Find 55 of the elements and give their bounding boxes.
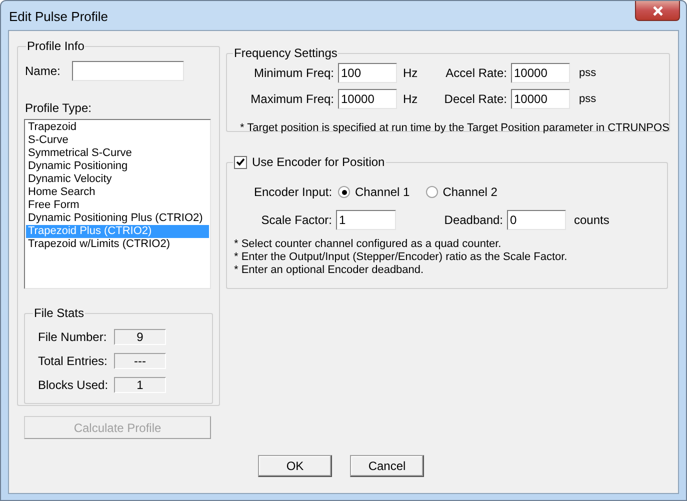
list-item[interactable]: Trapezoid	[26, 121, 209, 134]
stat-value: 9	[114, 329, 166, 345]
list-item[interactable]: Home Search	[26, 186, 209, 199]
unit-label: counts	[573, 212, 610, 229]
field-label: Deadband:	[443, 212, 504, 229]
list-item[interactable]: Free Form	[26, 199, 209, 212]
list-item[interactable]: Dynamic Velocity	[26, 173, 209, 186]
name-field[interactable]	[72, 61, 184, 81]
window-title: Edit Pulse Profile	[9, 8, 108, 26]
unit-label: Hz	[402, 91, 419, 108]
note-text: * Target position is specified at run time by the Target Position parameter in CTRUNPOS	[240, 121, 670, 136]
list-item[interactable]: Symmetrical S-Curve	[26, 147, 209, 160]
field-label: Profile Type:	[25, 100, 92, 117]
unit-label: pss	[578, 66, 598, 81]
field-label: Decel Rate:	[443, 91, 508, 108]
note-text: * Enter an optional Encoder deadband.	[234, 264, 425, 277]
text-field[interactable]: 0	[507, 210, 566, 230]
text-field[interactable]: 100	[338, 63, 397, 83]
list-item[interactable]: Trapezoid w/Limits (CTRIO2)	[26, 238, 209, 251]
field-label: Scale Factor:	[260, 212, 333, 229]
field-label: Maximum Freq:	[250, 91, 335, 108]
radio-label: Channel 2	[442, 184, 498, 201]
close-button[interactable]	[635, 1, 680, 21]
checkbox[interactable]	[234, 156, 247, 168]
checkbox-label: Use Encoder for Position	[252, 154, 385, 171]
list-item[interactable]: Dynamic Positioning Plus (CTRIO2)	[26, 212, 209, 225]
field-label: Name:	[25, 63, 60, 80]
check-icon	[236, 158, 245, 166]
text-field[interactable]: 10000	[511, 63, 570, 83]
stat-value: 1	[114, 377, 166, 393]
text-field[interactable]: 10000	[338, 89, 397, 109]
list-item[interactable]: S-Curve	[26, 134, 209, 147]
group-title: File Stats	[33, 305, 86, 322]
stat-label: File Number:	[38, 329, 108, 346]
field-label: Minimum Freq:	[252, 65, 335, 82]
text-field[interactable]: 1	[336, 210, 396, 230]
text-field[interactable]: 10000	[511, 89, 570, 109]
unit-label: pss	[578, 92, 598, 107]
group-title: Profile Info	[26, 38, 86, 55]
group-title: Frequency Settings	[233, 45, 338, 62]
radio-button[interactable]	[338, 186, 350, 198]
radio-button[interactable]	[426, 186, 438, 198]
stat-label: Total Entries:	[38, 353, 108, 370]
stat-value: ---	[114, 353, 166, 369]
unit-label: Hz	[402, 65, 419, 82]
dialog-button[interactable]: OK	[258, 455, 332, 477]
stat-label: Blocks Used:	[38, 377, 110, 394]
note-text: * Select counter channel configured as a quad counter.	[234, 238, 502, 251]
field-label: Accel Rate:	[444, 65, 508, 82]
close-icon	[652, 6, 664, 16]
list-item[interactable]: Dynamic Positioning	[26, 160, 209, 173]
note-text: * Enter the Output/Input (Stepper/Encoder) ratio as the Scale Factor.	[234, 251, 568, 264]
dialog-button[interactable]: Cancel	[350, 455, 424, 477]
field-label: Encoder Input:	[254, 184, 334, 201]
radio-label: Channel 1	[355, 184, 410, 201]
